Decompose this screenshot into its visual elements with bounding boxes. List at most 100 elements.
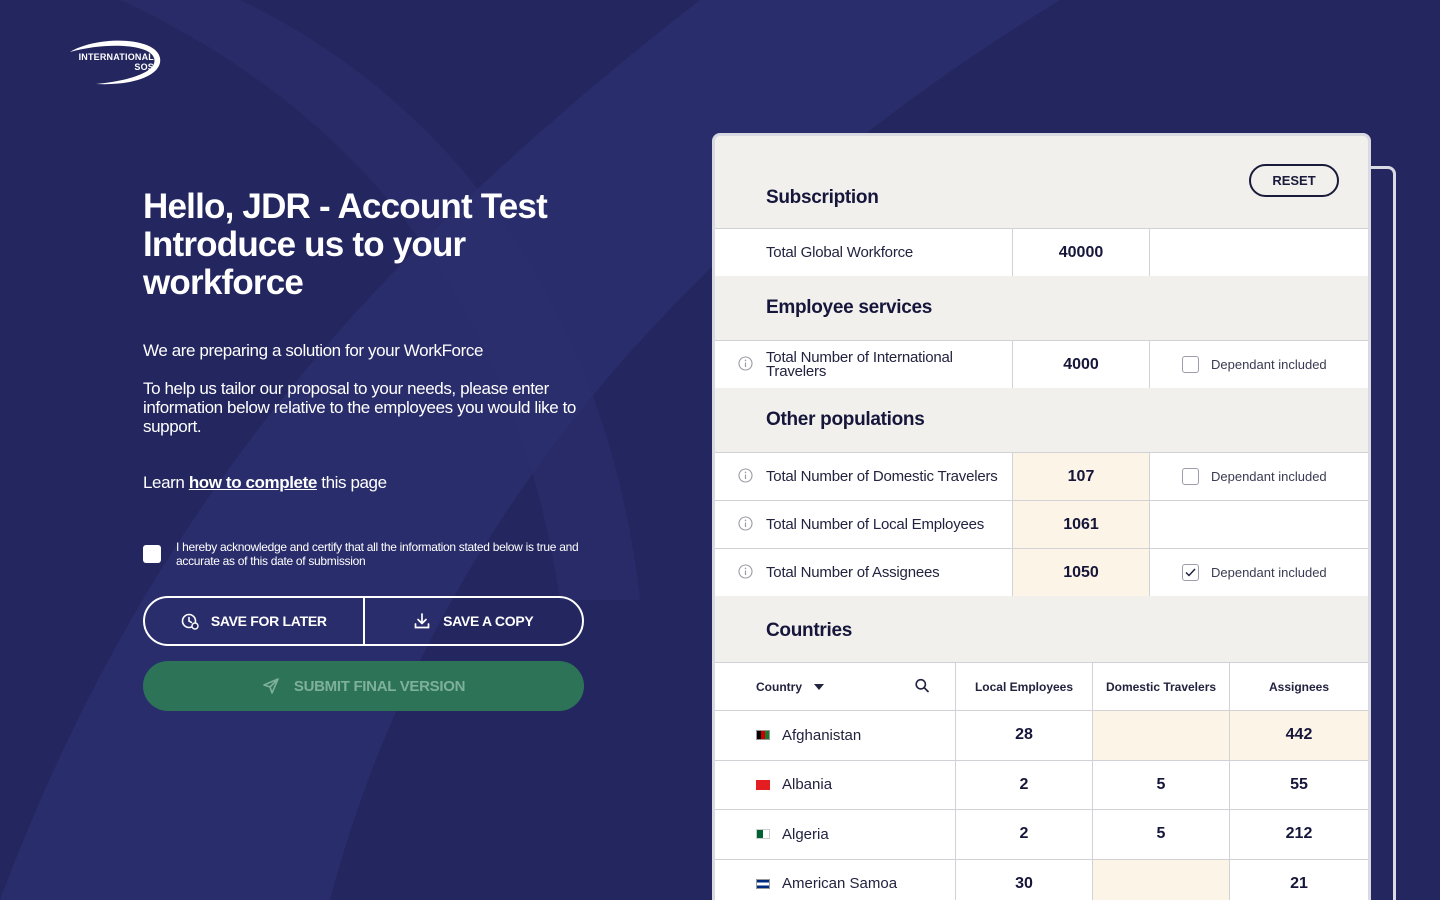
empty-cell [1150, 501, 1368, 548]
dependant-included-checkbox[interactable] [1182, 468, 1199, 485]
subscription-title: Subscription [766, 187, 879, 208]
info-icon[interactable] [738, 355, 753, 374]
download-icon [414, 613, 430, 629]
submit-final-version-button[interactable]: SUBMIT FINAL VERSION [143, 661, 584, 711]
local-employees-cell[interactable]: 28 [956, 711, 1093, 760]
domestic-travelers-label: Total Number of Domestic Travelers [766, 467, 998, 485]
employee-services-header: Employee services [715, 276, 1368, 340]
intro-paragraph-1: We are preparing a solution for your Wor… [143, 341, 484, 360]
page-title: Hello, JDR - Account Test Introduce us t… [143, 188, 603, 302]
page-title-line2: Introduce us to your [143, 225, 466, 264]
submit-final-version-label: SUBMIT FINAL VERSION [293, 677, 466, 695]
domestic-travelers-cell[interactable] [1093, 711, 1230, 760]
send-icon [263, 678, 279, 694]
other-populations-header: Other populations [715, 388, 1368, 452]
dependant-included-option[interactable]: Dependant included [1150, 341, 1368, 388]
employee-services-title: Employee services [766, 297, 933, 318]
other-populations-title: Other populations [766, 409, 925, 430]
intro-paragraph-2: To help us tailor our proposal to your n… [143, 379, 576, 436]
domestic-travelers-row: Total Number of Domestic Travelers 107 D… [715, 452, 1368, 500]
workforce-panel: Subscription RESET Total Global Workforc… [712, 133, 1371, 900]
dependant-included-checkbox[interactable] [1182, 356, 1199, 373]
country-name: Algeria [782, 825, 829, 843]
assignees-cell[interactable]: 212 [1230, 810, 1368, 859]
american-samoa-flag-icon [756, 878, 770, 889]
search-icon[interactable] [915, 678, 929, 695]
afghanistan-flag-icon [756, 730, 770, 741]
dependant-included-option[interactable]: Dependant included [1150, 453, 1368, 500]
caret-down-icon[interactable] [814, 683, 824, 690]
table-row: Afghanistan 28 442 [715, 710, 1368, 760]
dependant-included-checkbox[interactable] [1182, 564, 1199, 581]
assignees-input[interactable]: 1050 [1013, 549, 1150, 596]
assignees-cell[interactable]: 55 [1230, 761, 1368, 810]
total-global-workforce-row: Total Global Workforce 40000 [715, 228, 1368, 276]
local-employees-input[interactable]: 1061 [1013, 501, 1150, 548]
intro-text: We are preparing a solution for your Wor… [143, 341, 593, 436]
page-title-line1: Hello, JDR - Account Test [143, 187, 548, 226]
countries-header: Countries [715, 596, 1368, 662]
logo-text-line2: SOS [134, 62, 154, 72]
total-global-workforce-label: Total Global Workforce [715, 229, 1013, 276]
countries-title: Countries [766, 620, 852, 641]
assignees-row: Total Number of Assignees 1050 Dependant… [715, 548, 1368, 596]
dependant-included-option[interactable]: Dependant included [1150, 549, 1368, 596]
assignees-column-header: Assignees [1268, 679, 1330, 694]
acknowledgement-text: I hereby acknowledge and certify that al… [176, 540, 579, 568]
local-employees-label: Total Number of Local Employees [766, 515, 985, 533]
logo-text-line1: INTERNATIONAL [78, 52, 154, 62]
albania-flag-icon [756, 779, 770, 790]
international-travelers-row: Total Number of International Travelers … [715, 340, 1368, 388]
save-for-later-button[interactable]: SAVE FOR LATER [145, 598, 363, 644]
local-employees-cell[interactable]: 30 [956, 859, 1093, 900]
local-employees-row: Total Number of Local Employees 1061 [715, 500, 1368, 548]
checkmark-icon [1185, 568, 1196, 577]
domestic-travelers-cell[interactable] [1093, 859, 1230, 900]
learn-more-text: Learn how to complete this page [143, 473, 387, 493]
subscription-header: Subscription RESET [715, 136, 1368, 228]
international-travelers-label: Total Number of International Travelers [766, 348, 953, 380]
empty-cell [1150, 229, 1368, 276]
domestic-travelers-column-header: Domestic Travelers [1093, 663, 1230, 710]
info-icon[interactable] [738, 563, 753, 582]
dependant-included-label: Dependant included [1211, 565, 1327, 580]
save-for-later-label: SAVE FOR LATER [210, 613, 327, 629]
info-icon[interactable] [738, 467, 753, 486]
country-name: American Samoa [782, 875, 898, 893]
acknowledgement-checkbox[interactable] [143, 545, 161, 563]
domestic-travelers-cell[interactable]: 5 [1093, 810, 1230, 859]
learn-suffix: this page [316, 473, 387, 492]
info-icon[interactable] [738, 515, 753, 534]
international-sos-logo: INTERNATIONAL SOS [66, 38, 166, 88]
table-row: American Samoa 30 21 [715, 858, 1368, 900]
save-button-group: SAVE FOR LATER SAVE A COPY [143, 596, 584, 646]
country-name: Albania [782, 776, 833, 794]
algeria-flag-icon [756, 829, 770, 840]
clock-save-icon [181, 613, 199, 630]
domestic-travelers-input[interactable]: 107 [1013, 453, 1150, 500]
country-header-label: Country [756, 679, 802, 694]
assignees-cell[interactable]: 442 [1230, 711, 1368, 760]
table-row: Algeria 2 5 212 [715, 809, 1368, 859]
save-a-copy-label: SAVE A COPY [443, 613, 534, 629]
acknowledgement: I hereby acknowledge and certify that al… [143, 540, 583, 568]
page-title-line3: workforce [143, 263, 304, 302]
dependant-included-label: Dependant included [1211, 357, 1327, 372]
learn-prefix: Learn [143, 473, 189, 492]
assignees-cell[interactable]: 21 [1230, 860, 1368, 900]
local-employees-column-header: Local Employees [956, 663, 1093, 710]
how-to-complete-link[interactable]: how to complete [189, 473, 318, 492]
table-row: Albania 2 5 55 [715, 759, 1368, 810]
country-column-header[interactable]: Country [715, 663, 956, 710]
reset-button[interactable]: RESET [1249, 164, 1339, 197]
total-global-workforce-input[interactable]: 40000 [1013, 229, 1150, 276]
local-employees-cell[interactable]: 2 [956, 810, 1093, 859]
save-a-copy-button[interactable]: SAVE A COPY [362, 598, 583, 644]
country-name: Afghanistan [782, 726, 862, 744]
countries-table-header: Country Local Employees Domestic Travele… [715, 662, 1368, 710]
assignees-label: Total Number of Assignees [766, 563, 940, 581]
local-employees-cell[interactable]: 2 [956, 760, 1093, 809]
dependant-included-label: Dependant included [1211, 469, 1327, 484]
domestic-travelers-cell[interactable]: 5 [1093, 760, 1230, 809]
international-travelers-input[interactable]: 4000 [1013, 341, 1150, 388]
